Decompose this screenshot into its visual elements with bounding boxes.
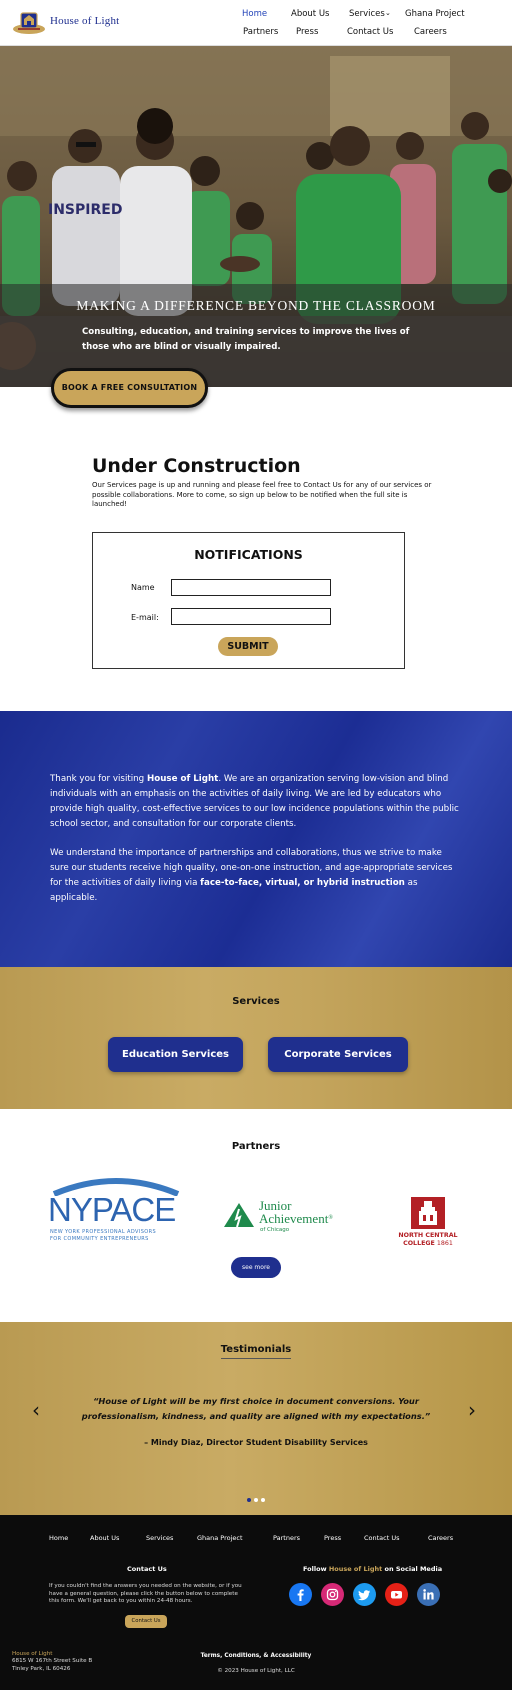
nypace-line2: FOR COMMUNITY ENTREPRENEURS <box>50 1236 149 1242</box>
nav-home[interactable]: Home <box>242 9 267 19</box>
house-of-light-logo-icon[interactable] <box>12 9 46 35</box>
prev-arrow-icon[interactable]: ‹ <box>32 1398 40 1422</box>
nypace-big-text: NYPACE <box>48 1191 176 1228</box>
site-footer: Home About Us Services Ghana Project Par… <box>0 1515 512 1690</box>
facebook-glyph-icon <box>297 1589 304 1601</box>
about-p1-brand: House of Light <box>146 774 219 784</box>
junior-achievement-logo[interactable]: Junior Achievement® of Chicago <box>222 1199 362 1259</box>
ja-line2: Achievement® <box>259 1212 333 1225</box>
footer-contact-text: If you couldn't find the answers you nee… <box>49 1583 242 1605</box>
chevron-down-icon[interactable]: ⌄ <box>385 9 391 17</box>
about-section: Thank you for visiting House of Light. W… <box>0 711 512 967</box>
footer-nav-press[interactable]: Press <box>324 1534 341 1542</box>
instagram-icon[interactable] <box>321 1583 344 1606</box>
youtube-icon[interactable] <box>385 1583 408 1606</box>
education-services-button[interactable]: Education Services <box>108 1037 243 1072</box>
services-section: Services Education Services Corporate Se… <box>0 967 512 1109</box>
carousel-dot-3[interactable] <box>261 1498 265 1502</box>
about-paragraph-1: Thank you for visiting House of Light. W… <box>50 772 460 832</box>
ncc-line2: COLLEGE 1861 <box>388 1240 468 1247</box>
follow-brand: House of Light <box>328 1565 383 1573</box>
ja-reg-mark: ® <box>328 1215 333 1221</box>
ncc-tower-icon <box>411 1197 445 1229</box>
name-input[interactable] <box>171 579 331 596</box>
under-construction-title: Under Construction <box>92 455 301 477</box>
carousel-dot-2[interactable] <box>254 1498 258 1502</box>
follow-text: Follow <box>303 1565 329 1573</box>
about-p2-emphasis: face-to-face, virtual, or hybrid instruc… <box>200 878 405 888</box>
ja-mountain-icon <box>224 1203 254 1228</box>
ncc-line1: NORTH CENTRAL <box>398 1232 458 1239</box>
nypace-wordmark: NYPACE <box>48 1191 176 1228</box>
ncc-college-text: COLLEGE <box>403 1240 435 1247</box>
follow-text-rest: on Social Media <box>382 1565 443 1573</box>
follow-heading: Follow House of Light on Social Media <box>303 1565 442 1573</box>
nav-partners[interactable]: Partners <box>243 27 278 37</box>
footer-nav-partners[interactable]: Partners <box>273 1534 300 1542</box>
logo-text[interactable]: House of Light <box>50 15 119 27</box>
hero-subtitle: Consulting, education, and training serv… <box>82 327 410 352</box>
name-label: Name <box>131 583 155 592</box>
see-more-button[interactable]: see more <box>231 1257 281 1278</box>
nav-services[interactable]: Services <box>349 9 385 19</box>
footer-nav-about-us[interactable]: About Us <box>90 1534 119 1542</box>
corporate-services-button[interactable]: Corporate Services <box>268 1037 408 1072</box>
testimonial-author: – Mindy Diaz, Director Student Disabilit… <box>144 1438 368 1447</box>
partners-title: Partners <box>231 1141 281 1152</box>
nav-press[interactable]: Press <box>296 27 318 37</box>
footer-nav-ghana-project[interactable]: Ghana Project <box>197 1534 243 1542</box>
youtube-glyph-icon <box>391 1591 402 1599</box>
ncc-year: 1861 <box>436 1240 453 1247</box>
ja-sub: of Chicago <box>260 1227 290 1233</box>
footer-nav-contact-us[interactable]: Contact Us <box>364 1534 400 1542</box>
twitter-icon[interactable] <box>353 1583 376 1606</box>
nav-careers[interactable]: Careers <box>414 27 447 37</box>
next-arrow-icon[interactable]: › <box>468 1398 476 1422</box>
book-consultation-button[interactable]: BOOK A FREE CONSULTATION <box>51 368 208 408</box>
services-title: Services <box>232 996 280 1007</box>
terms-link[interactable]: Terms, Conditions, & Accessibility <box>0 1653 512 1659</box>
footer-nav-careers[interactable]: Careers <box>428 1534 453 1542</box>
carousel-dot-1[interactable] <box>247 1498 251 1502</box>
footer-nav-home[interactable]: Home <box>49 1534 68 1542</box>
nypace-line1: NEW YORK PROFESSIONAL ADVISORS <box>50 1229 157 1235</box>
address-line1: 6815 W 167th Street Suite B <box>12 1658 93 1665</box>
nav-ghana-project[interactable]: Ghana Project <box>405 9 465 19</box>
shirt-text: INSPIRED <box>48 202 123 218</box>
copyright: © 2023 House of Light, LLC <box>217 1668 295 1674</box>
footer-nav-services[interactable]: Services <box>146 1534 173 1542</box>
about-paragraph-2: We understand the importance of partners… <box>50 846 460 906</box>
email-input[interactable] <box>171 608 331 625</box>
ja-line2-text: Achievement <box>259 1211 329 1226</box>
testimonial-quote: “House of Light will be my first choice … <box>81 1396 431 1421</box>
nav-contact-us[interactable]: Contact Us <box>347 27 393 37</box>
submit-button[interactable]: SUBMIT <box>218 637 278 656</box>
under-construction-text: Our Services page is up and running and … <box>92 481 432 508</box>
north-central-college-logo[interactable]: NORTH CENTRAL COLLEGE 1861 <box>388 1197 468 1257</box>
hero-title: MAKING A DIFFERENCE BEYOND THE CLASSROOM <box>76 298 436 313</box>
testimonials-title: Testimonials <box>220 1344 292 1355</box>
email-label: E-mail: <box>131 613 159 622</box>
facebook-icon[interactable] <box>289 1583 312 1606</box>
testimonials-section: Testimonials ‹ “House of Light will be m… <box>0 1322 512 1515</box>
testimonials-underline <box>221 1358 291 1359</box>
linkedin-glyph-icon <box>423 1589 434 1600</box>
hero-section: INSPIRED MAKING A DIFFERENCE BEYOND THE … <box>0 46 512 387</box>
site-header: House of Light Home About Us Services ⌄ … <box>0 0 512 46</box>
linkedin-icon[interactable] <box>417 1583 440 1606</box>
twitter-glyph-icon <box>358 1590 370 1601</box>
notification-form: NOTIFICATIONS Name E-mail: SUBMIT <box>92 532 405 669</box>
partners-section: Partners NYPACE NEW YORK PROFESSIONAL AD… <box>0 1109 512 1322</box>
instagram-glyph-icon <box>326 1588 339 1601</box>
nypace-logo[interactable]: NYPACE NEW YORK PROFESSIONAL ADVISORS FO… <box>46 1172 186 1257</box>
footer-contact-button[interactable]: Contact Us <box>125 1615 167 1628</box>
notification-form-title: NOTIFICATIONS <box>194 547 303 562</box>
footer-contact-title: Contact Us <box>127 1565 167 1573</box>
about-p1-text: Thank you for visiting <box>50 774 147 784</box>
nav-about-us[interactable]: About Us <box>291 9 329 19</box>
